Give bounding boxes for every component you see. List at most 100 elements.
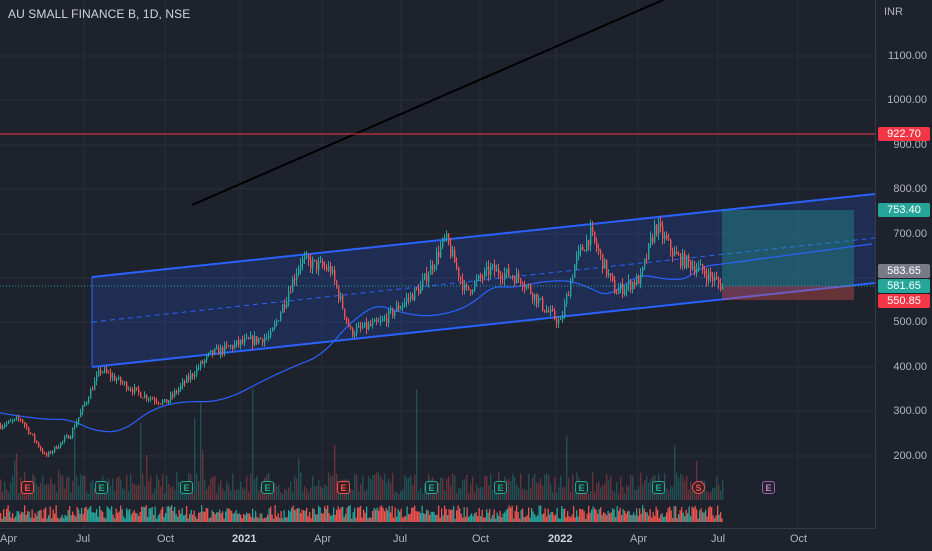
oscillator-bar <box>81 507 83 522</box>
candle-body <box>412 294 414 301</box>
earnings-event-icon[interactable]: E <box>95 481 108 494</box>
oscillator-bar <box>633 512 635 522</box>
volume-bar <box>688 489 690 500</box>
candle-body <box>316 260 318 270</box>
oscillator-bar <box>304 511 306 522</box>
oscillator-bar <box>406 506 408 522</box>
oscillator-bar <box>643 508 645 522</box>
candle-body <box>406 298 408 302</box>
oscillator-bar <box>301 509 303 522</box>
oscillator-bar <box>598 509 600 522</box>
candle-body <box>104 368 106 372</box>
candle-body <box>364 322 366 328</box>
oscillator-bar <box>252 508 254 522</box>
candle-body <box>612 275 614 281</box>
oscillator-bar <box>705 509 707 522</box>
oscillator-bar <box>444 505 446 522</box>
price-axis[interactable]: INR 1100.00 1000.00 900.00 800.00 700.00… <box>875 0 932 528</box>
oscillator-bar <box>184 514 186 522</box>
candle-body <box>352 328 354 336</box>
candle-body <box>280 312 282 321</box>
oscillator-bar <box>433 512 435 522</box>
oscillator-bar <box>454 518 456 522</box>
candle-body <box>348 320 350 327</box>
chart-pane[interactable]: AU SMALL FINANCE B, 1D, NSE E E E E E E E E E S E <box>0 0 876 528</box>
candle-body <box>370 324 372 326</box>
oscillator-bar <box>339 509 341 522</box>
price-tick: 400.00 <box>893 361 927 373</box>
candle-body <box>330 266 332 273</box>
volume-bar <box>288 487 290 500</box>
trend-line[interactable] <box>191 0 672 206</box>
candle-body <box>688 255 690 262</box>
volume-bar <box>58 469 60 500</box>
volume-bar <box>392 472 394 500</box>
oscillator-bar <box>367 518 369 522</box>
earnings-event-icon[interactable]: E <box>575 481 588 494</box>
volume-bar <box>402 489 404 500</box>
earnings-event-icon[interactable]: E <box>21 481 34 494</box>
volume-bar <box>408 477 410 500</box>
volume-bar <box>42 475 44 500</box>
candle-body <box>574 264 576 278</box>
oscillator-bar <box>540 505 542 522</box>
earnings-event-icon[interactable]: E <box>494 481 507 494</box>
oscillator-bar <box>694 505 696 522</box>
candle-body <box>192 373 194 377</box>
oscillator-bar <box>382 508 384 522</box>
volume-bar <box>622 486 624 500</box>
earnings-event-icon[interactable]: E <box>652 481 665 494</box>
oscillator-bar <box>70 515 72 522</box>
oscillator-bar <box>526 515 528 522</box>
candle-body <box>34 434 36 441</box>
candle-body <box>480 275 482 278</box>
price-tick: 1000.00 <box>887 94 927 106</box>
oscillator-bar <box>160 509 162 522</box>
oscillator-bar <box>136 513 138 522</box>
oscillator-bar <box>613 509 615 522</box>
earnings-event-icon[interactable]: E <box>762 481 775 494</box>
oscillator-bar <box>543 513 545 522</box>
oscillator-bar <box>547 508 549 522</box>
earnings-event-icon[interactable]: E <box>337 481 350 494</box>
symbol-title[interactable]: AU SMALL FINANCE B, 1D, NSE <box>8 7 190 21</box>
oscillator-bar <box>30 517 32 522</box>
oscillator-bar <box>579 508 581 522</box>
candle-body <box>22 419 24 423</box>
candle-body <box>64 437 66 441</box>
volume-bar <box>546 473 548 500</box>
oscillator-bar <box>648 515 650 522</box>
volume-bar <box>114 490 116 500</box>
oscillator-bar <box>621 515 623 522</box>
time-axis[interactable]: Apr Jul Oct 2021 Apr Jul Oct 2022 Apr Ju… <box>0 528 875 551</box>
candle-body <box>616 293 618 295</box>
time-label-year: 2021 <box>232 533 257 545</box>
volume-bar <box>354 473 356 500</box>
oscillator-bar <box>249 513 251 522</box>
volume-bar <box>172 486 174 500</box>
oscillator-bar <box>43 509 45 522</box>
candle-body <box>272 328 274 332</box>
candle-body <box>52 451 54 454</box>
oscillator-bar <box>87 509 89 522</box>
volume-bar <box>568 478 570 500</box>
oscillator-bar <box>199 512 201 522</box>
earnings-event-icon[interactable]: E <box>425 481 438 494</box>
candle-body <box>136 387 138 389</box>
candle-body <box>324 266 326 268</box>
volume-bar <box>614 492 616 500</box>
earnings-event-icon[interactable]: E <box>180 481 193 494</box>
oscillator-bar <box>238 513 240 522</box>
oscillator-bar <box>472 516 474 522</box>
candle-body <box>54 446 56 452</box>
earnings-event-icon[interactable]: E <box>261 481 274 494</box>
candle-body <box>266 337 268 339</box>
oscillator-bar <box>504 512 506 522</box>
candle-body <box>676 251 678 255</box>
candle-body <box>592 226 594 232</box>
oscillator-bar <box>502 513 504 522</box>
oscillator-bar <box>283 510 285 522</box>
split-event-icon[interactable]: S <box>692 481 705 494</box>
price-chart[interactable] <box>0 0 876 528</box>
oscillator-bar <box>544 508 546 522</box>
